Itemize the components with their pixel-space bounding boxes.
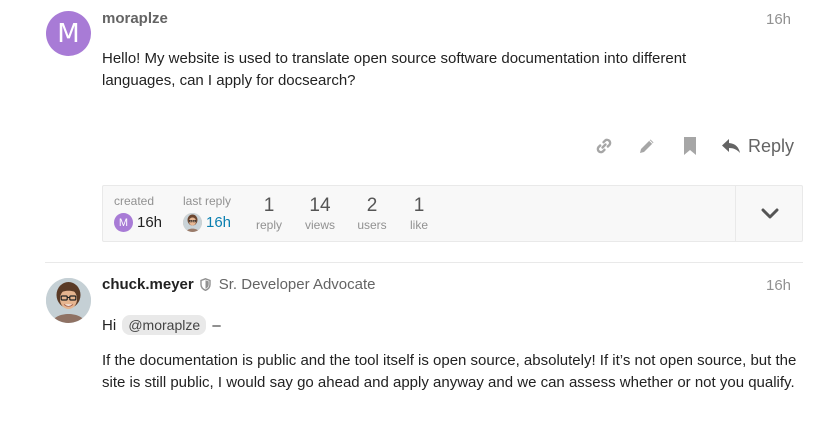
reply-label: Reply bbox=[748, 135, 795, 156]
chevron-down-icon bbox=[761, 208, 779, 220]
stat-value: 1 bbox=[413, 195, 425, 216]
bookmark-icon[interactable] bbox=[676, 133, 704, 159]
post-actions: Reply bbox=[590, 133, 794, 159]
last-reply-info[interactable]: 16h bbox=[183, 213, 231, 232]
post-body: Hello! My website is used to translate o… bbox=[102, 50, 687, 89]
topic-map: created M 16h last reply 16h 1 reply 14 … bbox=[102, 185, 803, 242]
post-date[interactable]: 16h bbox=[766, 277, 791, 294]
created-label: created bbox=[114, 194, 155, 208]
avatar-chuck-meyer[interactable] bbox=[46, 278, 91, 323]
last-reply-date: 16h bbox=[206, 214, 232, 231]
edit-icon[interactable] bbox=[633, 133, 661, 159]
last-reply-avatar bbox=[183, 213, 202, 232]
username[interactable]: chuck.meyer bbox=[102, 276, 194, 293]
reply-arrow-icon bbox=[721, 138, 741, 154]
username[interactable]: moraplze bbox=[102, 10, 168, 27]
link-icon[interactable] bbox=[590, 133, 618, 159]
created-date: 16h bbox=[137, 214, 163, 231]
greeting-prefix: Hi bbox=[102, 317, 117, 334]
user-title: Sr. Developer Advocate bbox=[218, 276, 376, 293]
created-info[interactable]: M 16h bbox=[114, 213, 162, 232]
created-avatar: M bbox=[114, 213, 133, 232]
stat-label: views bbox=[304, 218, 335, 232]
avatar-letter: M bbox=[57, 18, 80, 49]
created-avatar-letter: M bbox=[118, 216, 129, 229]
greeting-suffix: – bbox=[212, 317, 221, 334]
user-mention-link[interactable]: @moraplze bbox=[122, 315, 207, 335]
avatar-moraplze[interactable]: M bbox=[46, 11, 91, 56]
post-separator bbox=[45, 262, 803, 263]
post-date[interactable]: 16h bbox=[766, 11, 791, 28]
stat-label: like bbox=[409, 218, 428, 232]
shield-icon bbox=[200, 278, 211, 291]
reply-button[interactable]: Reply bbox=[721, 136, 794, 157]
topic-map-toggle-button[interactable] bbox=[736, 186, 803, 241]
stat-value: 14 bbox=[309, 195, 331, 216]
last-reply-label: last reply bbox=[183, 194, 232, 208]
post-author-row: chuck.meyer Sr. Developer Advocate bbox=[102, 276, 376, 293]
post-body: If the documentation is public and the t… bbox=[102, 352, 797, 391]
post-greeting: Hi @moraplze – bbox=[102, 315, 221, 337]
